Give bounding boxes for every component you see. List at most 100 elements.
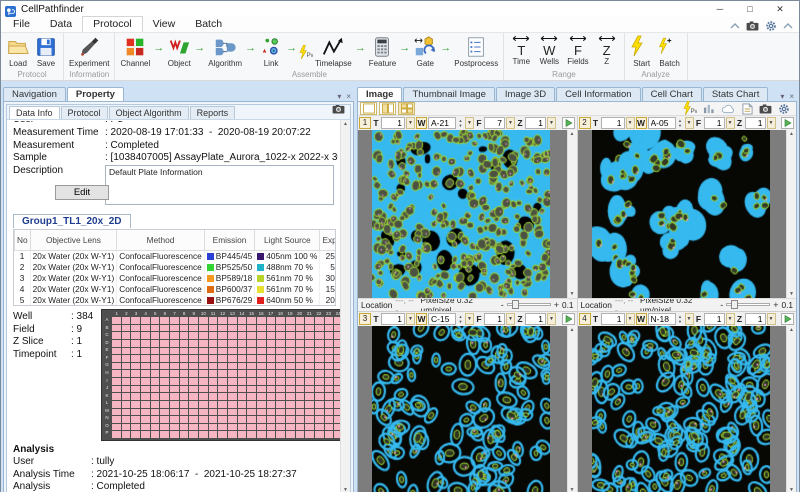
plate-well[interactable] <box>151 409 160 416</box>
f-value-input[interactable] <box>704 117 725 129</box>
plate-well[interactable] <box>296 386 305 393</box>
plate-well[interactable] <box>209 370 218 377</box>
plate-well[interactable] <box>257 332 266 339</box>
plate-well[interactable] <box>170 378 179 385</box>
plate-well[interactable] <box>315 416 324 423</box>
plate-well[interactable] <box>228 363 237 370</box>
plate-well[interactable] <box>131 378 140 385</box>
plate-well[interactable] <box>334 378 340 385</box>
zoom-out-button[interactable]: - <box>501 300 504 310</box>
plate-well[interactable] <box>334 416 340 423</box>
plate-well[interactable] <box>112 325 121 332</box>
play-button[interactable] <box>562 117 576 129</box>
plate-well[interactable] <box>325 340 334 347</box>
plate-well[interactable] <box>276 431 285 438</box>
plate-well[interactable] <box>209 393 218 400</box>
plate-well[interactable] <box>267 332 276 339</box>
plate-well[interactable] <box>122 393 131 400</box>
plate-well[interactable] <box>209 386 218 393</box>
left-vertical-scrollbar[interactable]: ▲ ▼ <box>340 120 350 492</box>
dropdown-arrow-icon[interactable]: ▼ <box>685 117 694 129</box>
viewport-scrollbar[interactable]: ▲▼ <box>567 130 577 298</box>
plate-well[interactable] <box>286 340 295 347</box>
camera-icon[interactable] <box>746 21 759 31</box>
plate-well[interactable] <box>170 409 179 416</box>
plate-well[interactable] <box>296 393 305 400</box>
camera-icon[interactable] <box>759 104 772 114</box>
plate-well[interactable] <box>209 355 218 362</box>
plate-well[interactable] <box>151 363 160 370</box>
object-button[interactable]: Object <box>165 35 193 68</box>
plate-well[interactable] <box>276 317 285 324</box>
plate-well[interactable] <box>238 378 247 385</box>
z-range-button[interactable]: ZZ <box>593 35 621 66</box>
plate-well[interactable] <box>296 348 305 355</box>
plate-well[interactable] <box>170 386 179 393</box>
plate-well[interactable] <box>209 332 218 339</box>
plate-well[interactable] <box>199 355 208 362</box>
dual-pane-button[interactable] <box>379 102 396 115</box>
plate-well[interactable] <box>122 424 131 431</box>
well-plate-map[interactable]: 123456789101112131415161718192021222324A… <box>101 309 340 441</box>
plate-well[interactable] <box>199 431 208 438</box>
plate-well[interactable] <box>257 348 266 355</box>
plate-well[interactable] <box>170 348 179 355</box>
plate-well[interactable] <box>276 409 285 416</box>
plate-well[interactable] <box>160 340 169 347</box>
plate-well[interactable] <box>334 325 340 332</box>
plate-well[interactable] <box>209 424 218 431</box>
plate-well[interactable] <box>180 416 189 423</box>
viewport-scrollbar[interactable]: ▲▼ <box>786 130 796 298</box>
plate-well[interactable] <box>315 363 324 370</box>
plate-well[interactable] <box>276 363 285 370</box>
w-value-input[interactable] <box>648 313 676 325</box>
plate-well[interactable] <box>238 355 247 362</box>
plate-well[interactable] <box>315 378 324 385</box>
plate-well[interactable] <box>189 332 198 339</box>
plate-well[interactable] <box>218 424 227 431</box>
time-range-button[interactable]: TTime <box>507 35 535 66</box>
pv-lightning-icon[interactable]: Pv <box>682 101 697 116</box>
plate-well[interactable] <box>189 378 198 385</box>
plate-well[interactable] <box>247 401 256 408</box>
plate-well[interactable] <box>218 370 227 377</box>
plate-well[interactable] <box>122 431 131 438</box>
plate-well[interactable] <box>325 325 334 332</box>
plate-well[interactable] <box>199 424 208 431</box>
dropdown-arrow-icon[interactable]: ▼ <box>685 313 694 325</box>
plate-well[interactable] <box>199 409 208 416</box>
plate-well[interactable] <box>305 355 314 362</box>
plate-well[interactable] <box>209 363 218 370</box>
plate-well[interactable] <box>122 416 131 423</box>
plate-well[interactable] <box>160 370 169 377</box>
plate-well[interactable] <box>334 332 340 339</box>
plate-well[interactable] <box>296 370 305 377</box>
plate-well[interactable] <box>112 348 121 355</box>
plate-well[interactable] <box>228 348 237 355</box>
plate-well[interactable] <box>247 340 256 347</box>
plate-well[interactable] <box>112 378 121 385</box>
plate-well[interactable] <box>228 393 237 400</box>
f-value-input[interactable] <box>484 313 505 325</box>
chevron-up-icon[interactable] <box>730 23 740 29</box>
plate-well[interactable] <box>296 317 305 324</box>
plate-well[interactable] <box>257 431 266 438</box>
tab-property[interactable]: Property <box>67 87 124 101</box>
plate-well[interactable] <box>247 378 256 385</box>
plate-well[interactable] <box>315 348 324 355</box>
plate-well[interactable] <box>122 332 131 339</box>
plate-well[interactable] <box>247 386 256 393</box>
plate-well[interactable] <box>276 370 285 377</box>
plate-well[interactable] <box>122 355 131 362</box>
plate-well[interactable] <box>276 416 285 423</box>
cloud-icon[interactable] <box>721 104 736 114</box>
fields-range-button[interactable]: FFields <box>563 35 592 66</box>
link-button[interactable]: Link <box>257 35 285 68</box>
plate-well[interactable] <box>131 416 140 423</box>
plate-well[interactable] <box>189 348 198 355</box>
experiment-button[interactable]: Experiment <box>67 35 111 68</box>
plate-well[interactable] <box>247 363 256 370</box>
dropdown-arrow-icon[interactable]: ▼ <box>626 313 635 325</box>
plate-well[interactable] <box>334 363 340 370</box>
scroll-down-icon[interactable]: ▼ <box>789 291 794 297</box>
